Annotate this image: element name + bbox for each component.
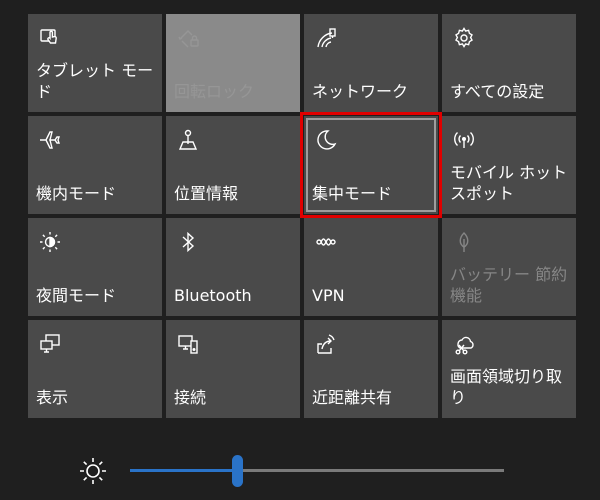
tile-label: VPN — [312, 286, 345, 305]
tile-battery-saver[interactable]: バッテリー 節約機能 — [442, 218, 576, 316]
tile-screen-snip[interactable]: 画面領域切り取り — [442, 320, 576, 418]
tile-label: モバイル ホットスポット — [450, 163, 568, 203]
hotspot-icon — [452, 128, 476, 152]
settings-gear-icon — [452, 26, 476, 50]
location-icon — [176, 128, 200, 152]
tile-label: バッテリー 節約機能 — [450, 265, 568, 305]
tile-label: 夜間モード — [36, 286, 117, 305]
action-center-quick-actions: タブレット モード 回転ロック ネットワーク すべての設定 機内モード 位置情報… — [0, 0, 600, 500]
tile-label: 位置情報 — [174, 184, 239, 203]
nearby-share-icon — [314, 332, 338, 356]
tile-tablet-mode[interactable]: タブレット モード — [28, 14, 162, 112]
tile-airplane-mode[interactable]: 機内モード — [28, 116, 162, 214]
tile-label: すべての設定 — [450, 82, 545, 101]
tile-label: 表示 — [36, 388, 69, 407]
tile-label: 近距離共有 — [312, 388, 393, 407]
tile-nearby-sharing[interactable]: 近距離共有 — [304, 320, 438, 418]
tile-mobile-hotspot[interactable]: モバイル ホットスポット — [442, 116, 576, 214]
brightness-slider-thumb[interactable] — [232, 455, 244, 487]
tile-network[interactable]: ネットワーク — [304, 14, 438, 112]
tile-focus-assist[interactable]: 集中モード — [300, 112, 442, 218]
tile-label: タブレット モード — [36, 61, 154, 101]
tablet-mode-icon — [38, 26, 62, 50]
tile-vpn[interactable]: VPN — [304, 218, 438, 316]
tile-location[interactable]: 位置情報 — [166, 116, 300, 214]
tile-night-light[interactable]: 夜間モード — [28, 218, 162, 316]
tile-bluetooth[interactable]: Bluetooth — [166, 218, 300, 316]
moon-icon — [314, 128, 338, 152]
vpn-icon — [314, 230, 338, 254]
tile-label: ネットワーク — [312, 82, 409, 101]
network-icon — [314, 26, 338, 50]
tile-label: 集中モード — [312, 184, 393, 203]
tile-rotation-lock[interactable]: 回転ロック — [166, 14, 300, 112]
bluetooth-icon — [176, 230, 200, 254]
tile-all-settings[interactable]: すべての設定 — [442, 14, 576, 112]
tile-label: Bluetooth — [174, 286, 252, 305]
rotation-lock-icon — [176, 26, 200, 50]
brightness-slider-track[interactable] — [130, 455, 504, 487]
tile-label: 回転ロック — [174, 82, 255, 101]
airplane-icon — [38, 128, 62, 152]
brightness-control — [0, 440, 600, 500]
project-display-icon — [38, 332, 62, 356]
tile-project[interactable]: 表示 — [28, 320, 162, 418]
battery-saver-icon — [452, 230, 476, 254]
connect-icon — [176, 332, 200, 356]
quick-actions-grid: タブレット モード 回転ロック ネットワーク すべての設定 機内モード 位置情報… — [28, 14, 576, 418]
tile-connect[interactable]: 接続 — [166, 320, 300, 418]
tile-label: 接続 — [174, 388, 207, 407]
brightness-sun-icon — [78, 456, 108, 486]
tile-label: 機内モード — [36, 184, 117, 203]
brightness-slider-fill — [130, 469, 239, 472]
tile-label: 画面領域切り取り — [450, 367, 563, 407]
screen-snip-icon — [452, 332, 476, 356]
night-light-icon — [38, 230, 62, 254]
